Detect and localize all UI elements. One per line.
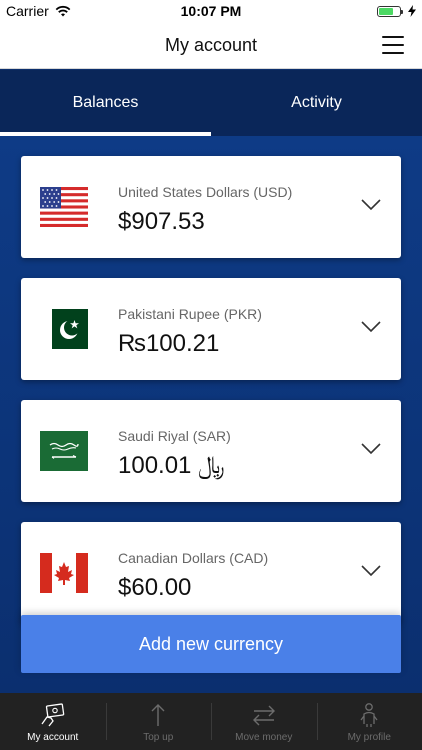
person-icon: [360, 703, 378, 727]
battery-icon: [376, 5, 403, 17]
tab-move-money[interactable]: Move money: [211, 693, 317, 750]
balance-card-cad[interactable]: Canadian Dollars (CAD) $60.00: [21, 522, 401, 624]
chevron-down-icon[interactable]: [361, 565, 381, 577]
wifi-icon: [55, 5, 71, 17]
currency-name: Canadian Dollars (CAD): [118, 550, 269, 566]
tab-balances[interactable]: Balances: [0, 70, 211, 136]
currency-name: United States Dollars (USD): [118, 184, 293, 200]
chevron-down-icon[interactable]: [361, 199, 381, 211]
menu-icon[interactable]: [382, 36, 404, 54]
bottom-tab-bar: My account Top up Move money My profile: [0, 693, 422, 750]
page-title: My account: [164, 34, 258, 55]
currency-amount: 100.01 ﷼: [118, 452, 225, 479]
tab-label: My account: [27, 732, 79, 743]
tab-top-up[interactable]: Top up: [105, 693, 212, 750]
charging-icon: [407, 5, 416, 17]
balances-list: United States Dollars (USD) $907.53 Paki…: [0, 136, 422, 693]
arrow-up-icon: [151, 704, 165, 726]
tab-label: My profile: [347, 732, 391, 743]
status-bar: Carrier 10:07 PM: [0, 0, 422, 22]
status-right: [296, 5, 416, 17]
balance-card-sar[interactable]: Saudi Riyal (SAR) 100.01 ﷼: [21, 400, 401, 502]
pk-flag-icon: [40, 309, 88, 349]
currency-amount: ₨100.21: [118, 330, 220, 357]
chevron-down-icon[interactable]: [361, 443, 381, 455]
navigation-bar: My account: [0, 22, 422, 69]
us-flag-icon: [40, 187, 88, 227]
currency-name: Pakistani Rupee (PKR): [118, 306, 262, 322]
ca-flag-icon: [40, 553, 88, 593]
chevron-down-icon[interactable]: [361, 321, 381, 333]
tab-my-profile[interactable]: My profile: [316, 693, 422, 750]
currency-name: Saudi Riyal (SAR): [118, 428, 231, 444]
status-time: 10:07 PM: [180, 3, 242, 19]
balance-card-usd[interactable]: United States Dollars (USD) $907.53: [21, 156, 401, 258]
balance-card-pkr[interactable]: Pakistani Rupee (PKR) ₨100.21: [21, 278, 401, 380]
currency-amount: $60.00: [118, 574, 192, 601]
add-new-currency-button[interactable]: Add new currency: [21, 615, 401, 673]
status-left: Carrier: [6, 3, 126, 19]
tab-label: Move money: [235, 732, 293, 743]
tab-my-account[interactable]: My account: [0, 693, 106, 750]
currency-amount: $907.53: [118, 208, 205, 235]
sa-flag-icon: [40, 431, 88, 471]
transfer-icon: [252, 705, 275, 726]
wallet-icon: [41, 703, 65, 727]
tab-label: Top up: [143, 732, 174, 743]
carrier-label: Carrier: [6, 3, 49, 19]
segmented-tabs: Balances Activity: [0, 70, 422, 136]
tab-activity[interactable]: Activity: [211, 70, 422, 136]
